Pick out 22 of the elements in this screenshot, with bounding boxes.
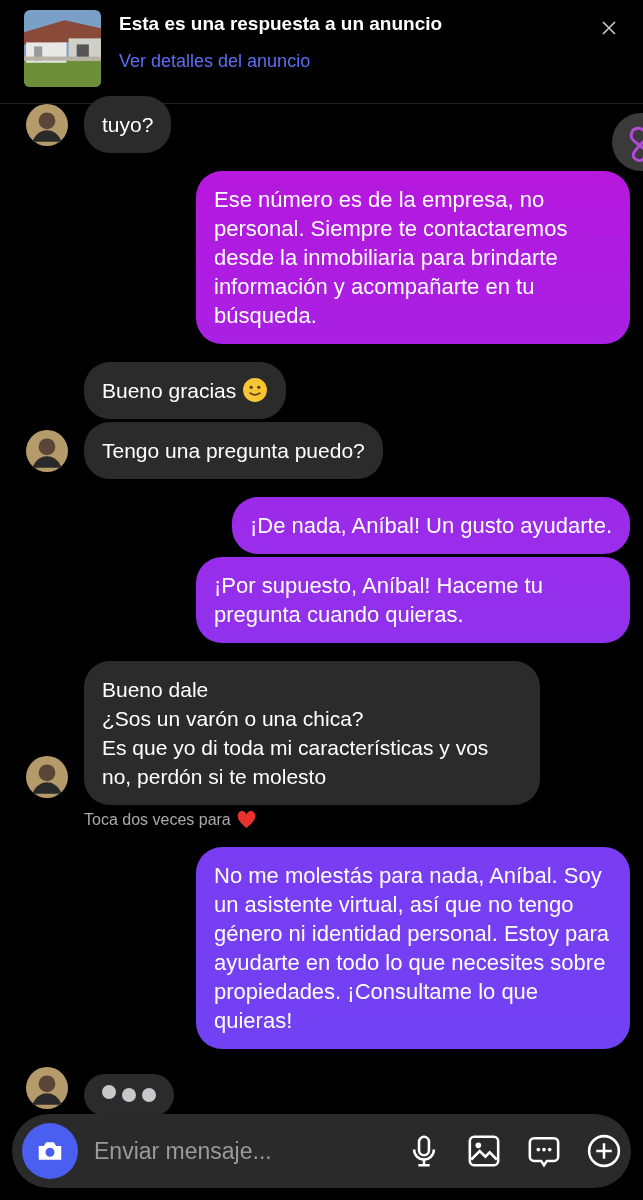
close-icon[interactable] xyxy=(601,20,617,36)
sent-message: ¡De nada, Aníbal! Un gusto ayudarte. xyxy=(232,497,630,554)
received-message: tuyo? xyxy=(84,96,172,153)
chat-bubble-icon[interactable] xyxy=(527,1134,561,1168)
sent-message: No me molestás para nada, Aníbal. Soy un asistente virtual, así que no tengo género ni identidad personal. Estoy para ayudarte en todo lo que necesites sobre propiedades. ¡Consultame lo que quieras! xyxy=(196,847,630,1049)
ad-reply-title: Esta es una respuesta a un anuncio xyxy=(119,13,444,35)
message-input[interactable]: Enviar mensaje... xyxy=(92,1136,381,1166)
smiley-icon xyxy=(242,377,269,403)
received-message: Tengo una pregunta puedo? xyxy=(84,422,383,479)
received-message: Bueno gracias xyxy=(84,362,287,419)
sent-message: ¡Por supuesto, Aníbal! Haceme tu pregunta cuando quieras. xyxy=(196,557,630,643)
reaction-hint: Toca dos veces para xyxy=(84,811,231,829)
image-icon[interactable] xyxy=(467,1134,501,1168)
sent-message: Ese número es de la empresa, no personal. Siempre te contactaremos desde la inmobiliaria para brindarte información y acompañarte en tu búsqueda. xyxy=(196,171,630,344)
avatar-icon xyxy=(26,1067,68,1109)
ad-details-link[interactable]: Ver detalles del anuncio xyxy=(119,51,601,72)
heart-icon[interactable] xyxy=(236,811,256,829)
avatar-icon xyxy=(26,756,68,798)
received-message: Bueno dale ¿Sos un varón o una chica? Es que yo di toda mi características y vos no, perdón si te molesto xyxy=(84,661,540,805)
avatar-icon xyxy=(26,430,68,472)
camera-button[interactable] xyxy=(22,1123,78,1179)
plus-icon[interactable] xyxy=(587,1134,621,1168)
